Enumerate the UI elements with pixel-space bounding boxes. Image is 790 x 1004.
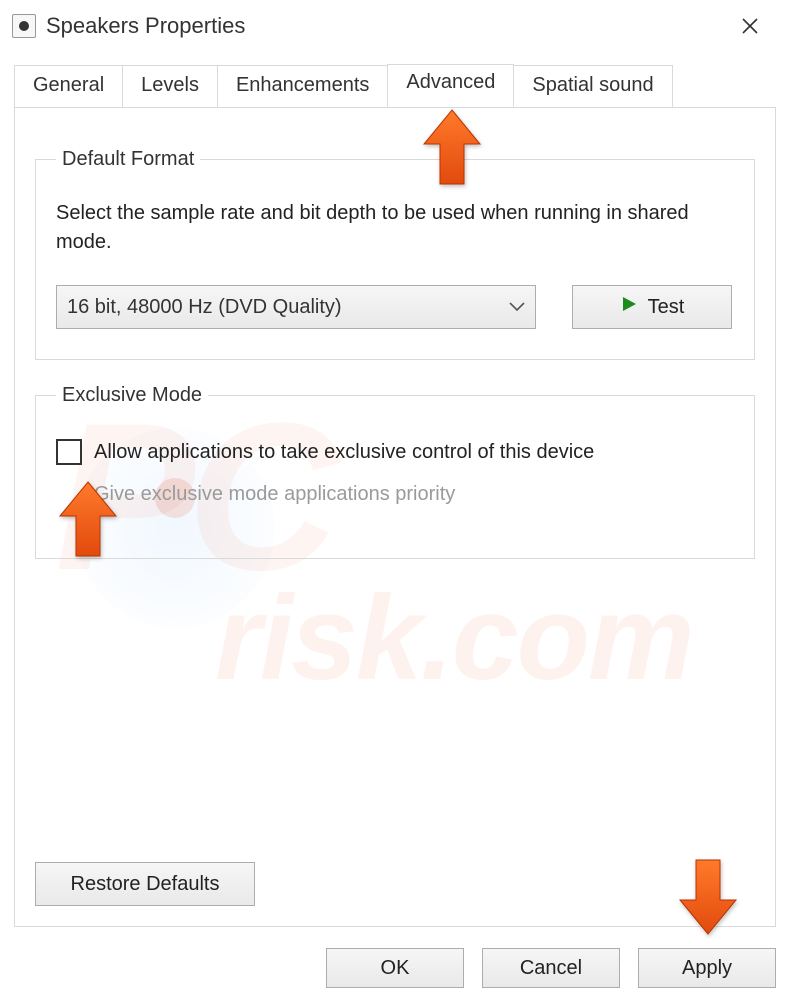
- speaker-icon: [12, 14, 36, 38]
- tab-levels[interactable]: Levels: [122, 65, 218, 108]
- sample-rate-dropdown[interactable]: 16 bit, 48000 Hz (DVD Quality): [56, 285, 536, 329]
- exclusive-priority-label: Give exclusive mode applications priorit…: [94, 483, 455, 506]
- dialog-button-row: OK Cancel Apply: [326, 948, 776, 988]
- legend-default-format: Default Format: [56, 148, 200, 171]
- cancel-button[interactable]: Cancel: [482, 948, 620, 988]
- tab-spatial-sound[interactable]: Spatial sound: [513, 65, 672, 108]
- group-default-format: Default Format Select the sample rate an…: [35, 148, 755, 360]
- tab-strip: General Levels Enhancements Advanced Spa…: [14, 64, 776, 107]
- restore-defaults-label: Restore Defaults: [71, 873, 220, 896]
- sample-rate-selected: 16 bit, 48000 Hz (DVD Quality): [67, 296, 342, 319]
- tab-panel-advanced: PCrisk.com Default Format Select the sam…: [14, 107, 776, 927]
- test-button-label: Test: [648, 296, 685, 319]
- tab-general[interactable]: General: [14, 65, 123, 108]
- close-icon: [741, 12, 759, 40]
- chevron-down-icon: [509, 302, 525, 312]
- default-format-description: Select the sample rate and bit depth to …: [56, 199, 734, 257]
- allow-exclusive-label[interactable]: Allow applications to take exclusive con…: [94, 441, 594, 464]
- window-title: Speakers Properties: [46, 13, 722, 39]
- cancel-label: Cancel: [520, 957, 582, 980]
- ok-button[interactable]: OK: [326, 948, 464, 988]
- play-icon: [620, 295, 638, 319]
- apply-label: Apply: [682, 957, 732, 980]
- close-button[interactable]: [722, 0, 778, 52]
- titlebar: Speakers Properties: [0, 0, 790, 52]
- ok-label: OK: [381, 957, 410, 980]
- allow-exclusive-checkbox[interactable]: [56, 439, 82, 465]
- apply-button[interactable]: Apply: [638, 948, 776, 988]
- tab-advanced[interactable]: Advanced: [387, 64, 514, 107]
- legend-exclusive-mode: Exclusive Mode: [56, 384, 208, 407]
- restore-defaults-button[interactable]: Restore Defaults: [35, 862, 255, 906]
- tab-enhancements[interactable]: Enhancements: [217, 65, 388, 108]
- test-button[interactable]: Test: [572, 285, 732, 329]
- group-exclusive-mode: Exclusive Mode Allow applications to tak…: [35, 384, 755, 559]
